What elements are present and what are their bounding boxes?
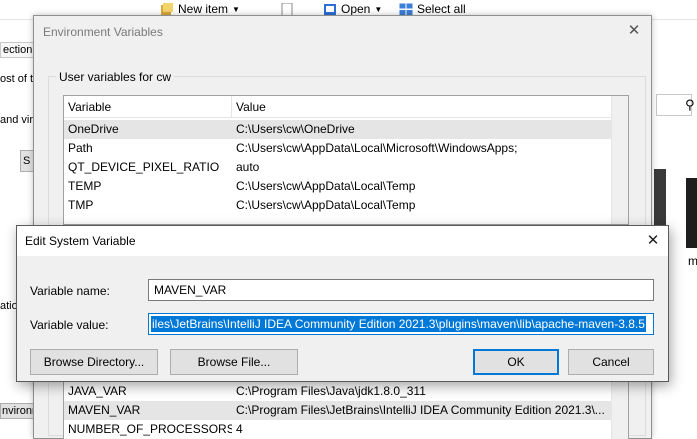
close-button[interactable]: ✕ (623, 20, 645, 42)
value-cell: 4 (236, 422, 243, 436)
window-title: Environment Variables (43, 25, 163, 39)
vertical-scrollbar[interactable] (611, 379, 628, 439)
system-variables-list[interactable]: JAVA_VAR C:\Program Files\Java\jdk1.8.0_… (63, 378, 629, 439)
variable-cell: MAVEN_VAR (68, 403, 141, 417)
background-search-box: ⚲ (656, 94, 695, 116)
search-icon: ⚲ (685, 97, 695, 112)
table-row[interactable]: TMP C:\Users\cw\AppData\Local\Temp (64, 196, 628, 215)
variable-value-selected-text: iles\JetBrains\IntelliJ IDEA Community E… (151, 316, 646, 332)
user-variables-group-label: User variables for cw (56, 70, 175, 84)
column-header-value[interactable]: Value (232, 96, 612, 118)
dialog-titlebar: Edit System Variable ✕ (17, 226, 668, 256)
value-cell: C:\Users\cw\OneDrive (236, 122, 355, 136)
browse-directory-button[interactable]: Browse Directory... (30, 349, 158, 375)
table-row[interactable]: NUMBER_OF_PROCESSORS 4 (64, 420, 628, 439)
browse-file-button[interactable]: Browse File... (170, 349, 298, 375)
new-item-icon (161, 2, 173, 15)
user-variables-list[interactable]: Variable Value OneDrive C:\Users\cw\OneD… (63, 95, 629, 225)
table-row[interactable]: Path C:\Users\cw\AppData\Local\Microsoft… (64, 139, 628, 158)
variable-cell: NUMBER_OF_PROCESSORS (68, 422, 232, 436)
close-icon: ✕ (627, 22, 641, 39)
variable-value-input[interactable]: iles\JetBrains\IntelliJ IDEA Community E… (148, 313, 654, 335)
background-button: nvironmen (0, 403, 34, 419)
chevron-down-icon: ▼ (374, 4, 383, 14)
value-cell: C:\Users\cw\AppData\Local\Microsoft\Wind… (236, 141, 518, 155)
ok-button[interactable]: OK (473, 349, 559, 375)
variable-value-label: Variable value: (30, 318, 109, 332)
select-all-icon (399, 3, 413, 15)
document-icon (281, 2, 293, 16)
column-header-variable[interactable]: Variable (64, 96, 232, 118)
cancel-button[interactable]: Cancel (568, 349, 654, 375)
variable-name-input[interactable]: MAVEN_VAR (148, 279, 654, 301)
edit-system-variable-dialog: Edit System Variable ✕ Variable name: MA… (16, 225, 669, 382)
value-cell: C:\Program Files\JetBrains\IntelliJ IDEA… (236, 403, 605, 417)
value-cell: C:\Users\cw\AppData\Local\Temp (236, 179, 416, 193)
variable-name-label: Variable name: (30, 284, 110, 298)
variable-cell: Path (68, 141, 93, 155)
background-text: and virt (0, 114, 37, 126)
value-cell: C:\Users\cw\AppData\Local\Temp (236, 198, 416, 212)
dialog-title: Edit System Variable (25, 234, 136, 248)
value-cell: auto (236, 160, 260, 174)
value-cell: C:\Program Files\Java\jdk1.8.0_311 (236, 384, 426, 398)
chevron-down-icon: ▼ (232, 4, 240, 14)
open-icon (324, 3, 336, 15)
variable-cell: QT_DEVICE_PIXEL_RATIO (68, 160, 220, 174)
table-row[interactable]: JAVA_VAR C:\Program Files\Java\jdk1.8.0_… (64, 382, 628, 401)
table-row[interactable]: OneDrive C:\Users\cw\OneDrive (64, 120, 628, 139)
table-row[interactable]: MAVEN_VAR C:\Program Files\JetBrains\Int… (64, 401, 628, 420)
background-text: m (688, 254, 697, 268)
new-item-label: New item (178, 2, 229, 16)
variable-cell: JAVA_VAR (68, 384, 127, 398)
variable-cell: OneDrive (68, 122, 119, 136)
close-button[interactable]: ✕ (642, 230, 664, 252)
table-row[interactable]: TEMP C:\Users\cw\AppData\Local\Temp (64, 177, 628, 196)
open-label: Open (341, 2, 371, 16)
select-all-label: Select all (417, 2, 466, 16)
list-header: Variable Value (64, 96, 628, 118)
thumbnail-image (686, 178, 697, 248)
table-row[interactable]: QT_DEVICE_PIXEL_RATIO auto (64, 158, 628, 177)
variable-cell: TEMP (68, 179, 102, 193)
background-tab: ection (0, 42, 34, 58)
vertical-scrollbar[interactable] (611, 96, 628, 224)
variable-cell: TMP (68, 198, 94, 212)
close-icon: ✕ (646, 232, 660, 249)
